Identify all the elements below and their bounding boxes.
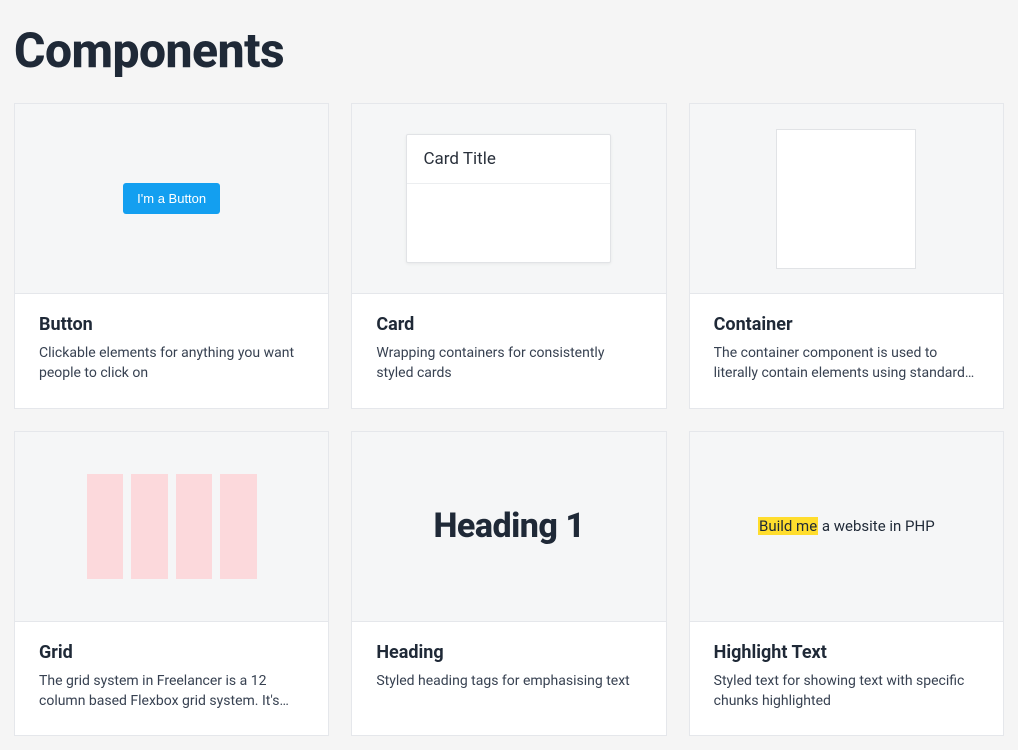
component-card-button[interactable]: I'm a Button Button Clickable elements f… [14, 103, 329, 409]
component-card-container[interactable]: Container The container component is use… [689, 103, 1004, 409]
sample-card-title: Card Title [407, 135, 610, 184]
plain-span: a website in PHP [818, 517, 935, 535]
card-title: Grid [39, 642, 304, 663]
highlighted-span: Build me [758, 517, 818, 535]
card-title: Highlight Text [714, 642, 979, 663]
card-desc: The grid system in Freelancer is a 12 co… [39, 671, 304, 712]
component-card-highlight[interactable]: Build me a website in PHP Highlight Text… [689, 431, 1004, 737]
sample-container [776, 129, 916, 269]
sample-card: Card Title [406, 134, 611, 263]
page-title: Components [14, 22, 1004, 79]
card-title: Card [376, 314, 641, 335]
card-desc: Wrapping containers for consistently sty… [376, 343, 641, 384]
card-meta: Card Wrapping containers for consistentl… [352, 294, 665, 408]
sample-grid-column [220, 474, 257, 579]
card-meta: Highlight Text Styled text for showing t… [690, 622, 1003, 736]
card-title: Button [39, 314, 304, 335]
sample-grid-column [176, 474, 213, 579]
component-card-card[interactable]: Card Title Card Wrapping containers for … [351, 103, 666, 409]
card-desc: Styled text for showing text with specif… [714, 671, 979, 712]
card-desc: The container component is used to liter… [714, 343, 979, 384]
sample-card-body [407, 184, 610, 262]
preview-area: Heading 1 [352, 432, 665, 622]
preview-area [15, 432, 328, 622]
preview-area [690, 104, 1003, 294]
components-grid: I'm a Button Button Clickable elements f… [14, 103, 1004, 736]
sample-grid [87, 474, 257, 579]
preview-area: Card Title [352, 104, 665, 294]
sample-heading: Heading 1 [433, 506, 584, 546]
card-desc: Styled heading tags for emphasising text [376, 671, 641, 691]
card-title: Heading [376, 642, 641, 663]
component-card-heading[interactable]: Heading 1 Heading Styled heading tags fo… [351, 431, 666, 737]
component-card-grid[interactable]: Grid The grid system in Freelancer is a … [14, 431, 329, 737]
card-desc: Clickable elements for anything you want… [39, 343, 304, 384]
sample-highlight-text: Build me a website in PHP [758, 517, 935, 535]
preview-area: I'm a Button [15, 104, 328, 294]
preview-area: Build me a website in PHP [690, 432, 1003, 622]
sample-button: I'm a Button [123, 183, 220, 214]
card-title: Container [714, 314, 979, 335]
card-meta: Heading Styled heading tags for emphasis… [352, 622, 665, 715]
card-meta: Grid The grid system in Freelancer is a … [15, 622, 328, 736]
card-meta: Button Clickable elements for anything y… [15, 294, 328, 408]
sample-grid-column [87, 474, 124, 579]
sample-grid-column [131, 474, 168, 579]
card-meta: Container The container component is use… [690, 294, 1003, 408]
